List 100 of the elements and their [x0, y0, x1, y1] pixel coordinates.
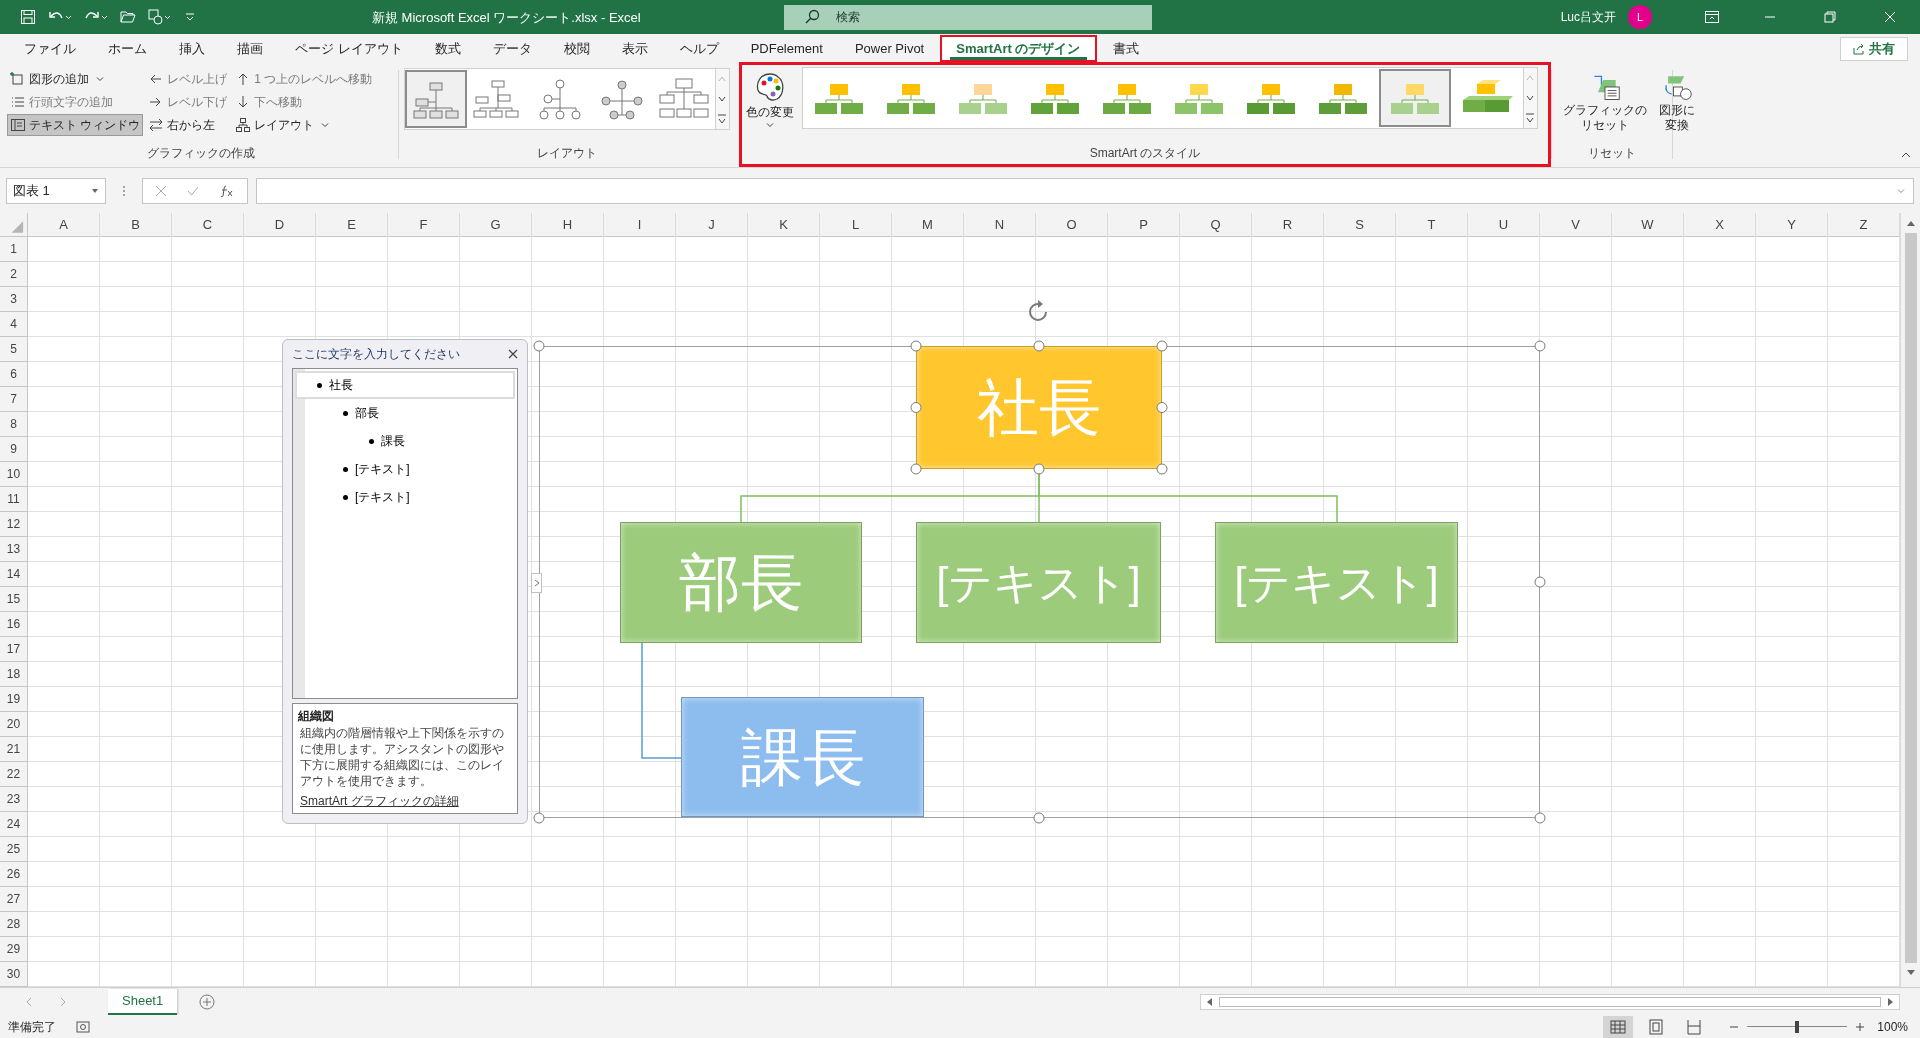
column-header[interactable]: X [1684, 213, 1756, 237]
user-avatar[interactable]: L [1628, 5, 1652, 29]
sheet-tab[interactable]: Sheet1 [108, 988, 178, 1015]
row-header[interactable]: 27 [0, 887, 28, 912]
normal-view-button[interactable] [1603, 1015, 1634, 1038]
column-header[interactable]: L [820, 213, 892, 237]
column-header[interactable]: M [892, 213, 964, 237]
outline-item[interactable]: 部長 [295, 399, 515, 427]
row-header[interactable]: 19 [0, 687, 28, 712]
row-header[interactable]: 4 [0, 312, 28, 337]
shapes-icon[interactable] [148, 9, 172, 25]
save-icon[interactable] [20, 9, 36, 25]
zoom-level[interactable]: 100% [1877, 1017, 1908, 1036]
column-header[interactable]: A [28, 213, 100, 237]
row-header[interactable]: 11 [0, 487, 28, 512]
row-header[interactable]: 12 [0, 512, 28, 537]
name-box[interactable]: 図表 1 [6, 177, 106, 204]
change-colors-button[interactable]: 色の変更 [742, 67, 798, 133]
column-header[interactable]: C [172, 213, 244, 237]
expand-pane-button[interactable] [531, 573, 542, 593]
ribbon-tab[interactable]: Power Pivot [838, 35, 941, 62]
row-header[interactable]: 2 [0, 262, 28, 287]
ribbon-tab[interactable]: ページ レイアウト [279, 35, 419, 62]
row-header[interactable]: 13 [0, 537, 28, 562]
column-header[interactable]: D [244, 213, 316, 237]
ribbon-display-icon[interactable] [1704, 9, 1720, 25]
ribbon-button[interactable]: 図形に 変換 [1655, 67, 1699, 133]
row-header[interactable]: 3 [0, 287, 28, 312]
ribbon-tab[interactable]: 校閲 [547, 35, 606, 62]
ribbon-tab[interactable]: 書式 [1096, 35, 1155, 62]
row-header[interactable]: 14 [0, 562, 28, 587]
close-icon[interactable] [508, 349, 518, 359]
cancel-icon[interactable] [155, 184, 167, 197]
column-header[interactable]: H [532, 213, 604, 237]
row-header[interactable]: 24 [0, 812, 28, 837]
column-header[interactable]: Q [1180, 213, 1252, 237]
ribbon-button[interactable]: テキスト ウィンドウ [7, 114, 144, 136]
column-header[interactable]: G [460, 213, 532, 237]
formula-input[interactable] [256, 177, 1914, 204]
row-header[interactable]: 10 [0, 462, 28, 487]
ribbon-tab[interactable]: PDFelement [734, 35, 839, 62]
row-header[interactable]: 8 [0, 412, 28, 437]
ribbon-tab[interactable]: データ [476, 35, 548, 62]
row-header[interactable]: 17 [0, 637, 28, 662]
outline-item[interactable]: [テキスト] [295, 455, 515, 483]
macro-record-icon[interactable] [76, 1020, 90, 1033]
column-header[interactable]: W [1612, 213, 1684, 237]
row-header[interactable]: 18 [0, 662, 28, 687]
customize-icon[interactable] [184, 11, 196, 23]
column-header[interactable]: V [1540, 213, 1612, 237]
ribbon-tab[interactable]: SmartArt のデザイン [940, 35, 1097, 62]
ribbon-tab[interactable]: 描画 [221, 35, 279, 62]
column-header[interactable]: U [1468, 213, 1540, 237]
row-header[interactable]: 20 [0, 712, 28, 737]
ribbon-tab[interactable]: ヘルプ [663, 35, 735, 62]
row-header[interactable]: 30 [0, 962, 28, 987]
style-thumbnail[interactable] [1379, 69, 1451, 127]
ribbon-button[interactable]: 右から左 [145, 114, 231, 136]
ribbon-button[interactable]: レイアウト [232, 114, 376, 136]
outline-item[interactable]: 課長 [295, 427, 515, 455]
column-header[interactable]: E [316, 213, 388, 237]
outline-item[interactable]: 社長 [295, 371, 515, 399]
column-header[interactable]: J [676, 213, 748, 237]
row-header[interactable]: 23 [0, 787, 28, 812]
ribbon-button[interactable]: グラフィックの リセット [1559, 67, 1651, 133]
outline-item[interactable]: [テキスト] [295, 483, 515, 511]
row-header[interactable]: 28 [0, 912, 28, 937]
row-header[interactable]: 7 [0, 387, 28, 412]
help-link[interactable]: SmartArt グラフィックの詳細 [298, 792, 512, 810]
ribbon-tab[interactable]: 数式 [418, 35, 477, 62]
ribbon-tab[interactable]: ファイル [8, 35, 92, 62]
restore-icon[interactable] [1824, 11, 1836, 23]
previous-sheet-icon[interactable] [24, 996, 34, 1007]
vertical-scrollbar[interactable] [1900, 213, 1920, 987]
column-header[interactable]: T [1396, 213, 1468, 237]
column-header[interactable]: N [964, 213, 1036, 237]
zoom-in-icon[interactable] [1855, 1021, 1866, 1032]
row-header[interactable]: 25 [0, 837, 28, 862]
row-header[interactable]: 16 [0, 612, 28, 637]
share-button[interactable]: 共有 [1840, 37, 1908, 61]
row-header[interactable]: 1 [0, 237, 28, 262]
ribbon-button[interactable]: 図形の追加 [7, 68, 144, 90]
search-field[interactable]: 検索 [784, 4, 1152, 30]
column-header[interactable]: S [1324, 213, 1396, 237]
folder-icon[interactable] [120, 9, 136, 25]
row-header[interactable]: 22 [0, 762, 28, 787]
column-header[interactable]: K [748, 213, 820, 237]
checkmark-icon[interactable] [187, 184, 199, 197]
column-header[interactable]: O [1036, 213, 1108, 237]
column-header[interactable]: I [604, 213, 676, 237]
slider-thumb[interactable] [1795, 1020, 1800, 1033]
function-icon[interactable] [219, 184, 235, 197]
column-header[interactable]: B [100, 213, 172, 237]
ribbon-tab[interactable]: 表示 [605, 35, 664, 62]
add-sheet-icon[interactable] [199, 993, 216, 1010]
row-header[interactable]: 5 [0, 337, 28, 362]
row-header[interactable]: 9 [0, 437, 28, 462]
column-header[interactable]: R [1252, 213, 1324, 237]
row-header[interactable]: 6 [0, 362, 28, 387]
column-header[interactable]: F [388, 213, 460, 237]
